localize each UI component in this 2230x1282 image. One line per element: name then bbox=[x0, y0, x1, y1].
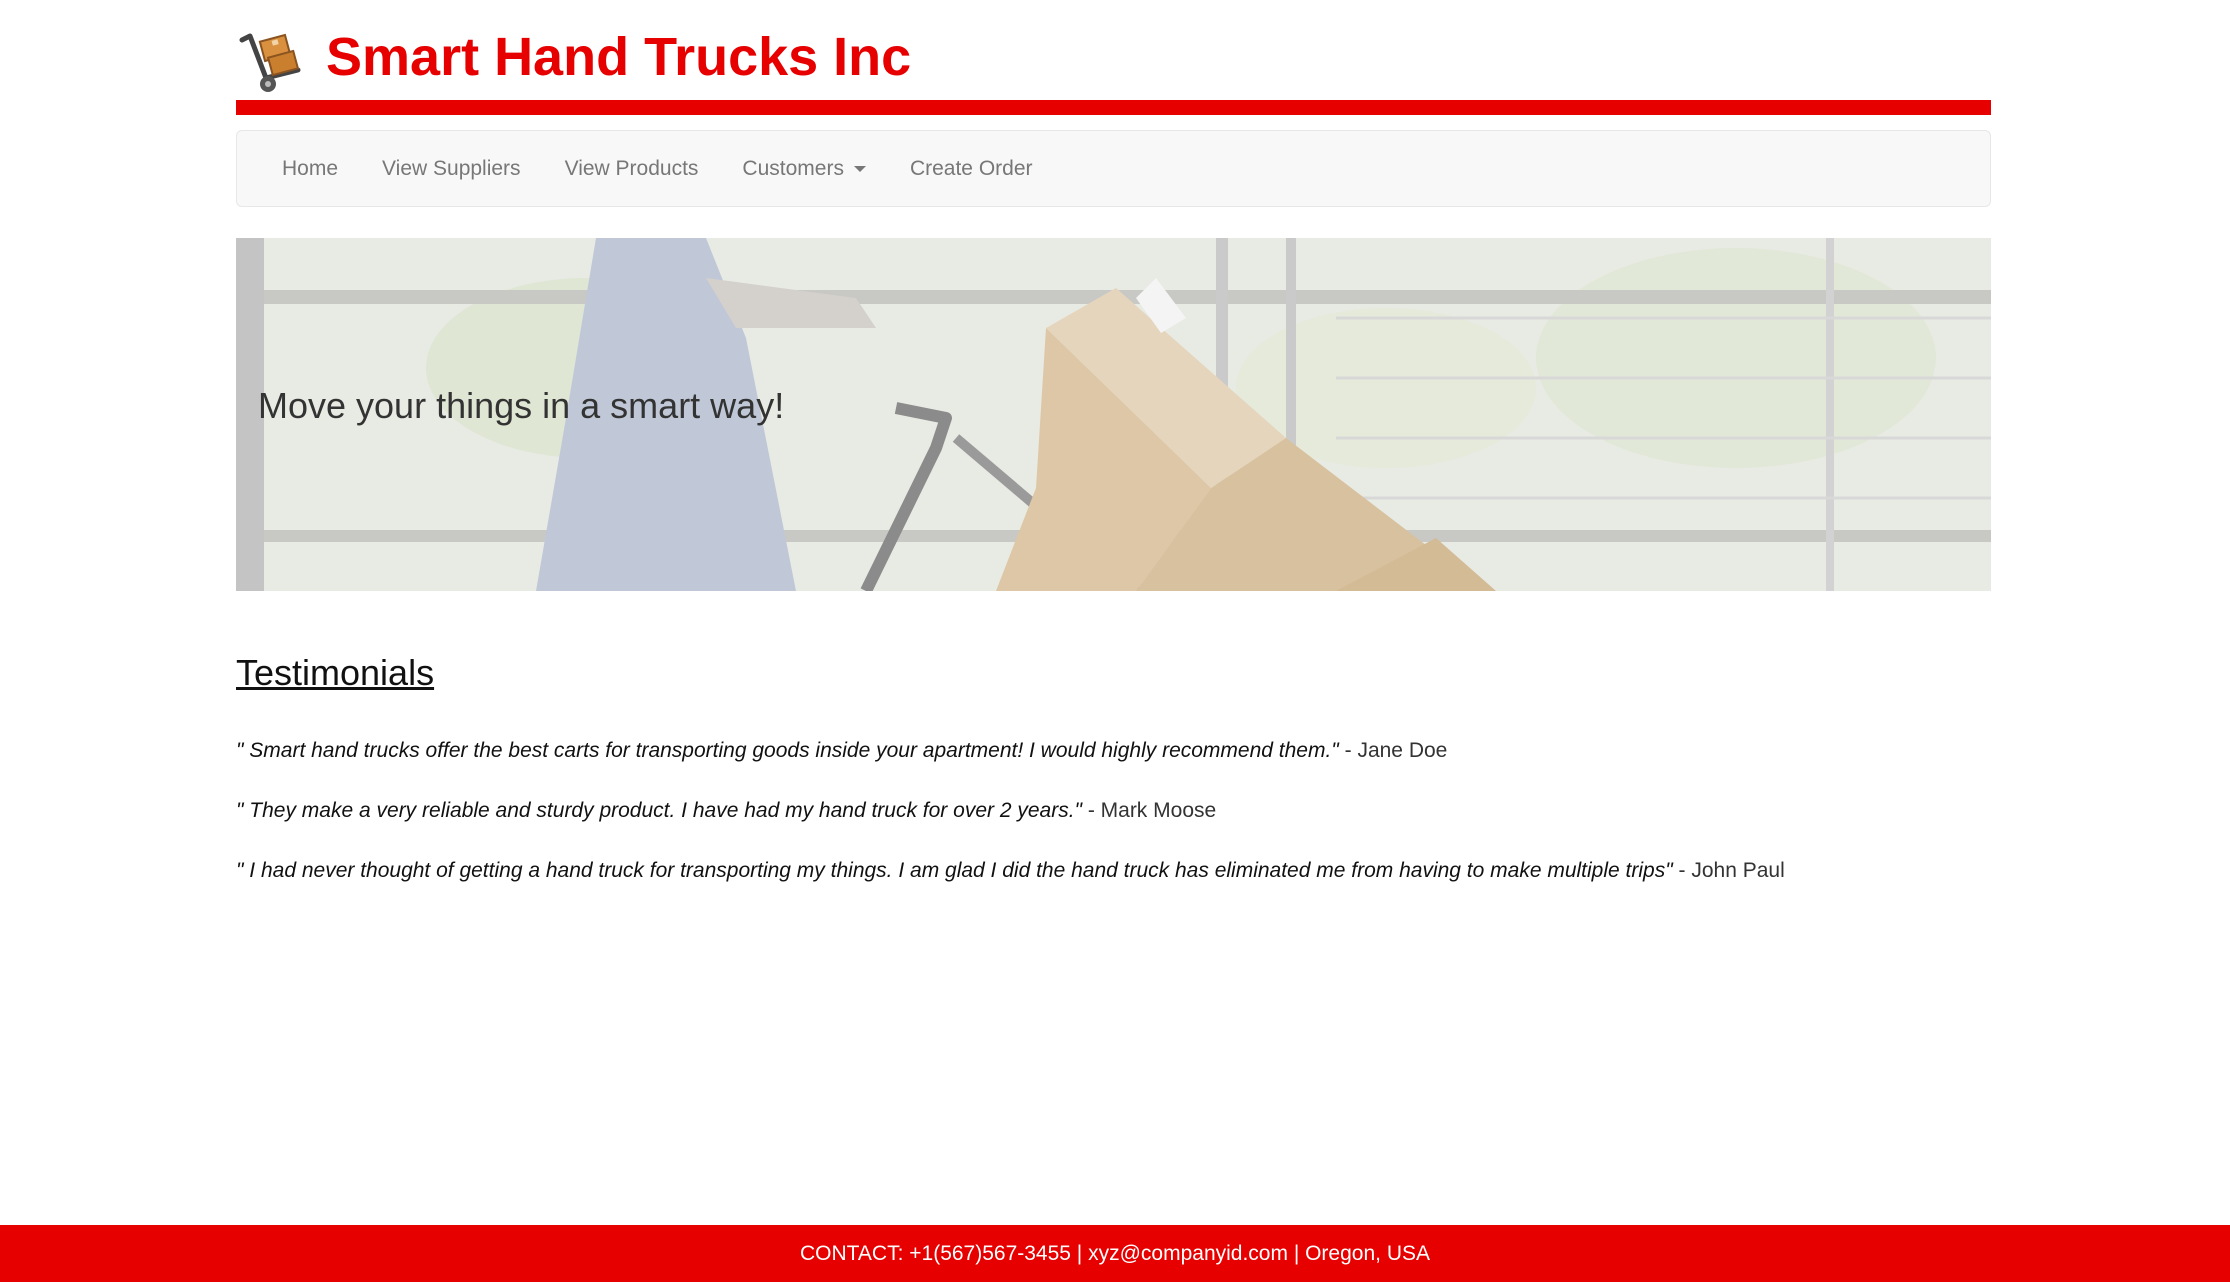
testimonial-quote: " Smart hand trucks offer the best carts… bbox=[236, 739, 1339, 762]
header-divider bbox=[236, 100, 1991, 115]
nav-item-customers-dropdown[interactable]: Customers bbox=[720, 131, 888, 206]
testimonial-item: " They make a very reliable and sturdy p… bbox=[236, 796, 1216, 826]
nav-item-view-suppliers[interactable]: View Suppliers bbox=[360, 131, 543, 206]
site-footer: CONTACT: +1(567)567-3455 | xyz@companyid… bbox=[0, 1225, 2230, 1282]
site-title: Smart Hand Trucks Inc bbox=[326, 27, 912, 87]
testimonial-quote: " They make a very reliable and sturdy p… bbox=[236, 799, 1082, 822]
testimonials-section: Testimonials " Smart hand trucks offer t… bbox=[236, 640, 1991, 900]
testimonials-title: Testimonials bbox=[236, 652, 435, 693]
main-navbar: Home View Suppliers View Products Custom… bbox=[236, 130, 1991, 207]
testimonial-author: - Mark Moose bbox=[1081, 799, 1217, 822]
nav-item-create-order[interactable]: Create Order bbox=[888, 131, 1055, 206]
testimonial-author: - Jane Doe bbox=[1338, 739, 1448, 762]
hand-truck-icon bbox=[236, 30, 308, 96]
nav-item-home[interactable]: Home bbox=[260, 131, 360, 206]
hero-banner: Move your things in a smart way! bbox=[236, 238, 1991, 591]
hero-tagline: Move your things in a smart way! bbox=[258, 385, 785, 426]
nav-list: Home View Suppliers View Products Custom… bbox=[237, 131, 1990, 206]
testimonial-author: - John Paul bbox=[1672, 859, 1785, 882]
testimonial-item: " I had never thought of getting a hand … bbox=[236, 856, 1785, 886]
testimonial-quote: " I had never thought of getting a hand … bbox=[236, 859, 1673, 882]
nav-item-customers-label: Customers bbox=[742, 157, 844, 180]
nav-item-view-products[interactable]: View Products bbox=[543, 131, 721, 206]
caret-down-icon bbox=[853, 166, 866, 173]
footer-contact-text: CONTACT: +1(567)567-3455 | xyz@companyid… bbox=[799, 1242, 1430, 1265]
testimonial-item: " Smart hand trucks offer the best carts… bbox=[236, 736, 1447, 766]
site-header: Smart Hand Trucks Inc bbox=[236, 0, 1991, 115]
